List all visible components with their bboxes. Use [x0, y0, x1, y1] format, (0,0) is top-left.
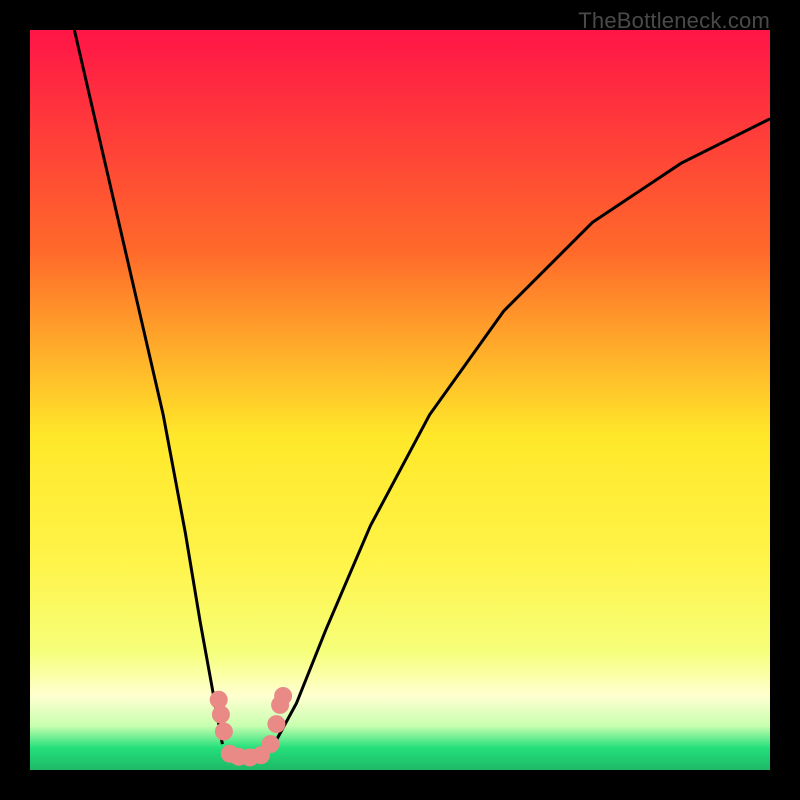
- marker-dot: [267, 715, 285, 733]
- marker-dot: [274, 687, 292, 705]
- marker-dot: [215, 723, 233, 741]
- outer-frame: TheBottleneck.com: [0, 0, 800, 800]
- bottleneck-chart: [30, 30, 770, 770]
- plot-area: [30, 30, 770, 770]
- gradient-background: [30, 30, 770, 770]
- marker-dot: [262, 735, 280, 753]
- marker-dot: [212, 706, 230, 724]
